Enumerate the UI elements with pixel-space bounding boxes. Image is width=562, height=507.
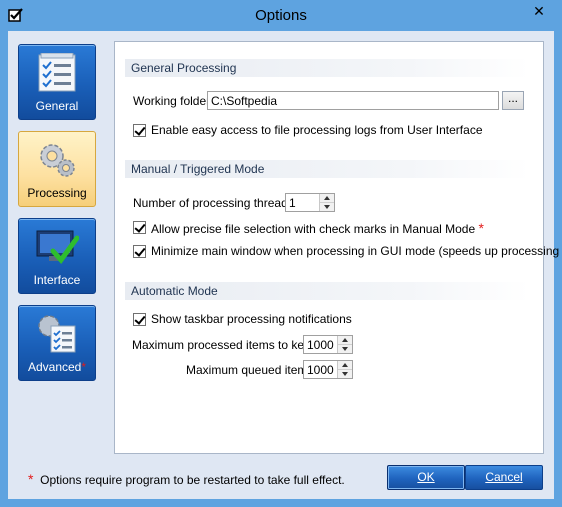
max-queued-value[interactable]: 1000 bbox=[307, 363, 334, 377]
title-bar: Options ✕ bbox=[0, 0, 562, 31]
max-queued-spinner-arrows bbox=[337, 361, 352, 378]
sidebar-item-label: Interface bbox=[33, 273, 81, 287]
max-processed-spinner-arrows bbox=[337, 336, 352, 353]
taskbar-notifications-label: Show taskbar processing notifications bbox=[151, 312, 352, 326]
enable-logs-label: Enable easy access to file processing lo… bbox=[151, 123, 483, 137]
threads-down-arrow-icon[interactable] bbox=[320, 203, 334, 211]
max-processed-label: Maximum processed items to keep: bbox=[132, 338, 321, 352]
checklist-icon bbox=[38, 53, 76, 92]
section-header-manual-mode: Manual / Triggered Mode bbox=[125, 160, 529, 178]
monitor-check-icon bbox=[36, 230, 79, 264]
working-folder-input[interactable] bbox=[207, 91, 499, 110]
max-processed-up-arrow-icon[interactable] bbox=[338, 336, 352, 345]
max-processed-down-arrow-icon[interactable] bbox=[338, 345, 352, 353]
restart-note: * Options require program to be restarte… bbox=[28, 471, 345, 487]
sidebar-item-label: Processing bbox=[27, 186, 87, 200]
restart-note-text: Options require program to be restarted … bbox=[40, 473, 345, 487]
gears-icon bbox=[40, 144, 75, 177]
precise-selection-checkbox[interactable] bbox=[133, 221, 146, 234]
restart-note-star: * bbox=[28, 471, 34, 487]
window-title: Options bbox=[255, 7, 307, 24]
sidebar-item-advanced[interactable]: Advanced* bbox=[18, 305, 96, 381]
sidebar-item-label: Advanced bbox=[27, 360, 82, 374]
sidebar-item-label: General bbox=[35, 99, 79, 113]
precise-selection-label: Allow precise file selection with check … bbox=[151, 222, 476, 236]
section-header-automatic-mode: Automatic Mode bbox=[125, 282, 529, 300]
section-header-general-processing: General Processing bbox=[125, 59, 529, 77]
close-button[interactable]: ✕ bbox=[524, 1, 554, 21]
max-processed-value[interactable]: 1000 bbox=[307, 338, 334, 352]
threads-spinner[interactable]: 1 bbox=[285, 193, 335, 212]
browse-folder-button[interactable]: ... bbox=[502, 91, 524, 110]
enable-logs-checkbox[interactable] bbox=[133, 124, 146, 137]
ok-button[interactable]: OK bbox=[387, 465, 465, 490]
threads-label: Number of processing threads: bbox=[133, 196, 298, 210]
working-folder-label: Working folder: bbox=[133, 94, 214, 108]
max-queued-spinner[interactable]: 1000 bbox=[303, 360, 353, 379]
precise-selection-label-wrap: Allow precise file selection with check … bbox=[151, 220, 484, 236]
minimize-window-checkbox[interactable] bbox=[133, 245, 146, 258]
sidebar-item-label-wrap: Advanced* bbox=[19, 360, 95, 374]
cancel-button[interactable]: Cancel bbox=[465, 465, 543, 490]
options-panel: General Processing Working folder: ... E… bbox=[114, 41, 562, 454]
sidebar-item-interface[interactable]: Interface bbox=[18, 218, 96, 294]
minimize-window-label: Minimize main window when processing in … bbox=[151, 244, 562, 258]
sidebar-item-general[interactable]: General bbox=[18, 44, 96, 120]
threads-value[interactable]: 1 bbox=[289, 196, 296, 210]
advanced-settings-icon bbox=[38, 315, 76, 353]
max-queued-down-arrow-icon[interactable] bbox=[338, 370, 352, 378]
dialog-client-area: General Processing Interface Advanced* G… bbox=[8, 31, 562, 499]
restart-required-star: * bbox=[81, 360, 87, 374]
max-queued-up-arrow-icon[interactable] bbox=[338, 361, 352, 370]
taskbar-notifications-checkbox[interactable] bbox=[133, 313, 146, 326]
max-queued-label: Maximum queued items: bbox=[186, 363, 317, 377]
threads-up-arrow-icon[interactable] bbox=[320, 194, 334, 203]
threads-spinner-arrows bbox=[319, 194, 334, 211]
restart-required-star: * bbox=[478, 220, 484, 236]
max-processed-spinner[interactable]: 1000 bbox=[303, 335, 353, 354]
sidebar-item-processing[interactable]: Processing bbox=[18, 131, 96, 207]
